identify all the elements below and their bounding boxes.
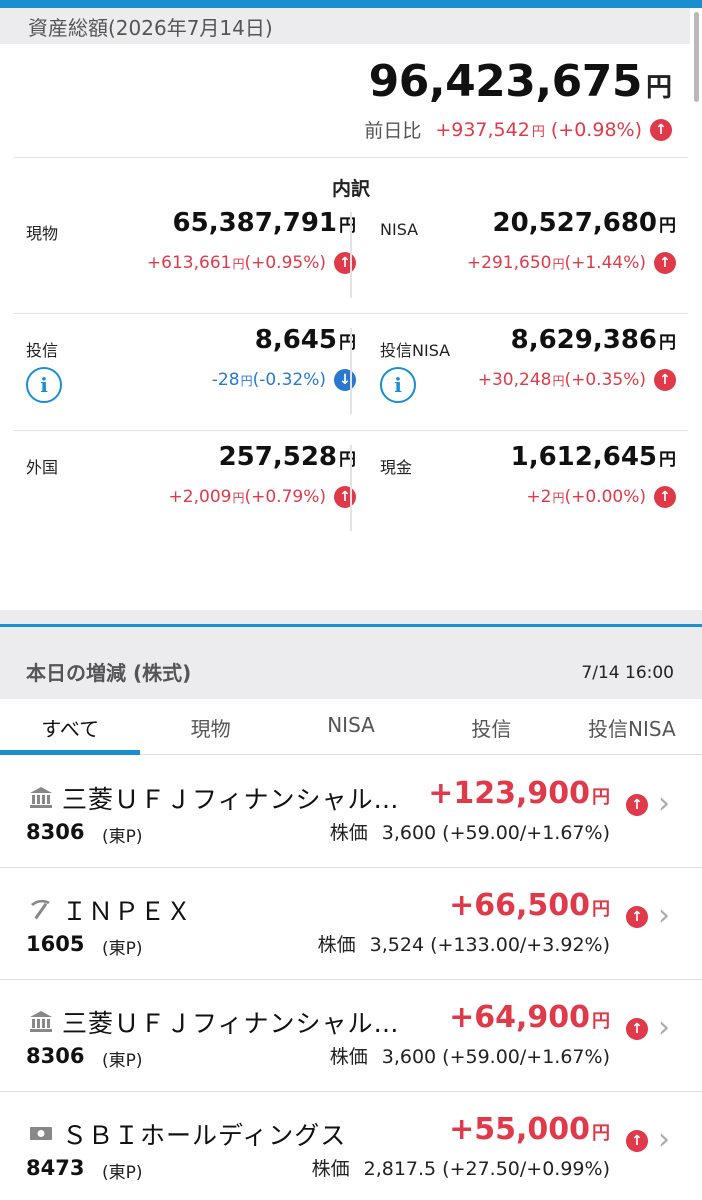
arrow-up-icon: ↑ — [626, 906, 648, 928]
stock-price: 株価 2,817.5 (+27.50/+0.99%) — [311, 1158, 610, 1180]
chevron-right-icon[interactable]: › — [658, 1122, 670, 1157]
arrow-down-icon: ↓ — [334, 369, 356, 391]
prev-change-pct: (+0.98%) — [550, 118, 642, 141]
stock-price: 株価 3,600 (+59.00/+1.67%) — [329, 1046, 610, 1068]
arrow-up-icon: ↑ — [334, 252, 356, 274]
section-separator — [0, 610, 702, 624]
stock-price: 株価 3,600 (+59.00/+1.67%) — [329, 822, 610, 844]
breakdown-amount: 8,645 円 — [254, 325, 356, 355]
breakdown-item-toushin-nisa[interactable]: 投信NISA 8,629,386 円 i +30,248 円 (+0.35%) ↑ — [380, 325, 676, 437]
arrow-up-icon: ↑ — [650, 118, 672, 141]
column-divider — [350, 445, 352, 531]
breakdown-item-nisa[interactable]: NISA 20,527,680 円 +291,650 円 (+1.44%) ↑ — [380, 208, 676, 320]
arrow-up-icon: ↑ — [334, 486, 356, 508]
chevron-right-icon[interactable]: › — [658, 786, 670, 821]
stock-market: (東P) — [102, 1051, 143, 1071]
breakdown-name: 現金 — [380, 458, 413, 477]
tab-nisa[interactable]: NISA — [281, 699, 421, 754]
breakdown-amount: 65,387,791 円 — [172, 208, 356, 238]
stock-market: (東P) — [102, 939, 143, 959]
breakdown-item-genbutsu[interactable]: 現物 65,387,791 円 +613,661 円 (+0.95%) ↑ — [26, 208, 356, 320]
divider — [14, 157, 688, 158]
breakdown-change: +30,248 円 (+0.35%) ↑ — [478, 369, 676, 391]
breakdown-item-genkin[interactable]: 現金 1,612,645 円 +2 円 (+0.00%) ↑ — [380, 442, 676, 554]
breakdown-name: 投信NISA — [380, 341, 451, 360]
breakdown-item-gaikoku[interactable]: 外国 257,528 円 +2,009 円 (+0.79%) ↑ — [26, 442, 356, 554]
tab-genbutsu[interactable]: 現物 — [140, 699, 280, 754]
stock-row[interactable]: ＳＢＩホールディングス +55,000 円 ↑ › 8473 (東P) 株価 2,8… — [0, 1092, 702, 1200]
bank-icon — [30, 1011, 52, 1032]
divider — [14, 313, 688, 314]
stock-market: (東P) — [102, 1163, 143, 1183]
stock-row[interactable]: ＩＮＰＥＸ +66,500 円 ↑ › 1605 (東P) 株価 3,524 (+1… — [0, 868, 702, 980]
breakdown-amount: 257,528 円 — [218, 442, 356, 472]
breakdown-change: +2,009 円 (+0.79%) ↑ — [169, 486, 356, 508]
money-icon — [30, 1127, 52, 1140]
breakdown-change: -28 円 (-0.32%) ↓ — [212, 369, 356, 391]
breakdown-amount: 20,527,680 円 — [492, 208, 676, 238]
arrow-up-icon: ↑ — [654, 486, 676, 508]
breakdown-amount: 1,612,645 円 — [510, 442, 676, 472]
arrow-up-icon: ↑ — [654, 252, 676, 274]
stock-code: 1605 — [26, 932, 85, 956]
prev-change: +937,542 円 (+0.98%) — [435, 119, 642, 141]
total-assets: 96,423,675 円 — [369, 56, 672, 107]
yen-unit: 円 — [645, 73, 672, 103]
stock-pnl: +55,000 円 — [449, 1112, 610, 1147]
tab-all[interactable]: すべて — [0, 699, 141, 755]
yen-unit: 円 — [531, 124, 545, 140]
stock-row[interactable]: 三菱ＵＦＪフィナンシャル… +123,900 円 ↑ › 8306 (東P) 株価… — [0, 756, 702, 868]
breakdown-title: 内訳 — [331, 178, 370, 200]
stock-pnl: +123,900 円 — [428, 776, 610, 811]
breakdown-change: +613,661 円 (+0.95%) ↑ — [147, 252, 356, 274]
stock-name: 三菱ＵＦＪフィナンシャル… — [62, 785, 400, 814]
stock-market: (東P) — [102, 827, 143, 847]
arrow-up-icon: ↑ — [626, 794, 648, 816]
summary-header: 資産総額(2026年7月14日) — [0, 8, 690, 44]
arrow-up-icon: ↑ — [654, 369, 676, 391]
stock-price: 株価 3,524 (+133.00/+3.92%) — [317, 934, 610, 956]
section-title: 本日の増減 (株式) — [26, 661, 192, 685]
summary-title: 資産総額(2026年7月14日) — [28, 16, 273, 40]
breakdown-item-toushin[interactable]: 投信 8,645 円 i -28 円 (-0.32%) ↓ — [26, 325, 356, 437]
stock-row[interactable]: 三菱ＵＦＪフィナンシャル・… +64,900 円 ↑ › 8306 (東P) 株価… — [0, 980, 702, 1092]
breakdown-name: 外国 — [26, 458, 59, 477]
top-accent-bar — [0, 0, 702, 8]
stock-code: 8473 — [26, 1156, 85, 1180]
prev-change-amount: +937,542 — [435, 118, 530, 141]
info-icon[interactable]: i — [26, 367, 62, 403]
stock-name: ＩＮＰＥＸ — [62, 897, 193, 926]
tab-toushin-nisa[interactable]: 投信NISA — [562, 699, 702, 754]
bank-icon — [30, 787, 52, 808]
previous-day-change: 前日比 +937,542 円 (+0.98%) ↑ — [364, 116, 672, 143]
breakdown-change: +291,650 円 (+1.44%) ↑ — [467, 252, 676, 274]
stock-code: 8306 — [26, 820, 85, 844]
pickaxe-icon — [31, 899, 50, 920]
stock-pnl: +66,500 円 — [449, 888, 610, 923]
prev-label: 前日比 — [364, 120, 422, 142]
total-amount: 96,423,675 — [368, 56, 643, 107]
arrow-up-icon: ↑ — [626, 1130, 648, 1152]
arrow-up-icon: ↑ — [626, 1018, 648, 1040]
breakdown-name: 現物 — [26, 224, 59, 243]
breakdown-name: 投信 — [26, 341, 59, 360]
section-header: 本日の増減 (株式) 7/14 16:00 — [0, 627, 702, 699]
info-icon[interactable]: i — [380, 367, 416, 403]
breakdown-change: +2 円 (+0.00%) ↑ — [526, 486, 676, 508]
column-divider — [350, 212, 352, 298]
tab-toushin[interactable]: 投信 — [421, 699, 561, 754]
column-divider — [350, 328, 352, 414]
stock-code: 8306 — [26, 1044, 85, 1068]
chevron-right-icon[interactable]: › — [658, 1010, 670, 1045]
stock-name: 三菱ＵＦＪフィナンシャル・… — [62, 1009, 422, 1038]
stock-pnl: +64,900 円 — [449, 1000, 610, 1035]
breakdown-amount: 8,629,386 円 — [510, 325, 676, 355]
breakdown-name: NISA — [380, 220, 419, 239]
section-timestamp: 7/14 16:00 — [581, 663, 674, 683]
chevron-right-icon[interactable]: › — [658, 898, 670, 933]
stock-name: ＳＢＩホールディングス — [62, 1121, 347, 1150]
tab-bar: すべて 現物 NISA 投信 投信NISA — [0, 699, 702, 755]
divider — [14, 430, 688, 431]
scrollbar[interactable] — [694, 12, 699, 102]
